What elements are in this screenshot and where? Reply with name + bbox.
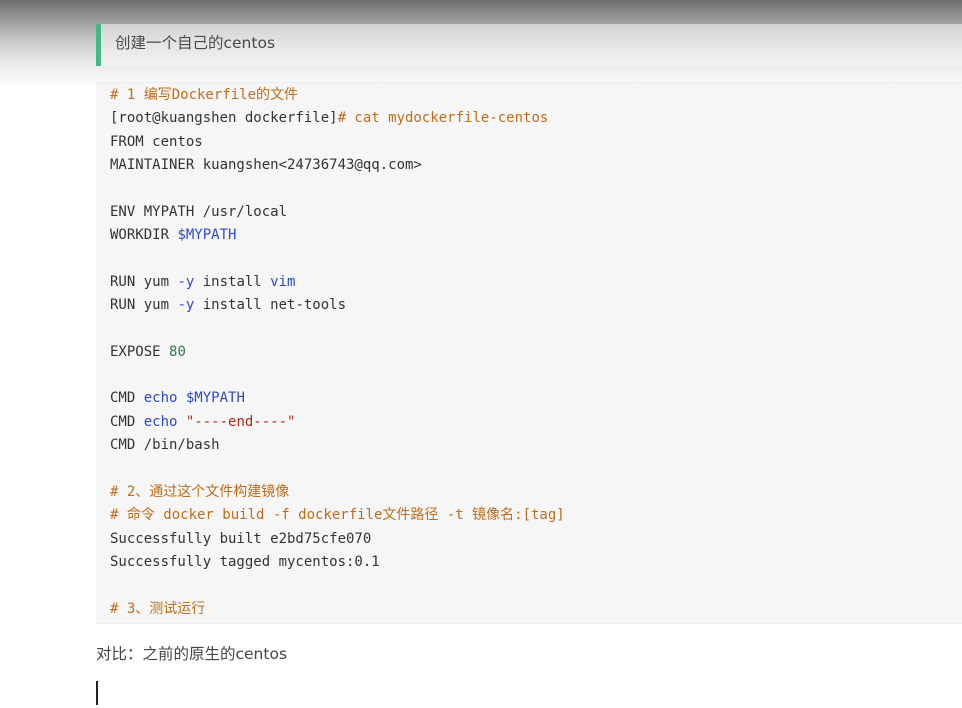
code-line-maintainer: MAINTAINER kuangshen<24736743@qq.com> [110, 157, 422, 174]
blockquote: 创建一个自己的centos [96, 24, 962, 66]
echo-keyword: echo [143, 390, 178, 407]
code-line-workdir: WORKDIR $MYPATH [110, 224, 565, 247]
code-line-comment-2: # 2、通过这个文件构建镜像 [110, 483, 290, 500]
code-line-run-vim: RUN yum -y install vim [110, 271, 565, 294]
code-line-expose: EXPOSE 80 [110, 341, 565, 364]
run-package: vim [270, 273, 296, 290]
code-line-run-nettools: RUN yum -y install net-tools [110, 294, 565, 317]
paragraph-text: 对比：之前的原生的centos [96, 645, 288, 663]
cmd-keyword: CMD [110, 390, 144, 407]
code-line-built: Successfully built e2bd75cfe070 [110, 530, 372, 547]
run-keyword: RUN yum [110, 273, 178, 290]
cmd-keyword: CMD [110, 413, 144, 430]
code-line-from: FROM centos [110, 133, 203, 150]
code-line-cmd-bash: CMD /bin/bash [110, 437, 220, 454]
run-install: install net-tools [194, 297, 347, 314]
workdir-variable: $MYPATH [177, 227, 237, 244]
echo-keyword: echo [143, 413, 178, 430]
run-install: install [194, 273, 271, 290]
code-line-comment-4: # 3、测试运行 [110, 600, 206, 617]
code-line-cmd-echo-end: CMD echo "----end----" [110, 411, 565, 434]
workdir-keyword: WORKDIR [110, 227, 178, 244]
cat-command: # cat mydockerfile-centos [337, 110, 549, 127]
shell-prompt: [root@kuangshen dockerfile] [110, 110, 338, 127]
code-block[interactable]: # 1 编写Dockerfile的文件 [root@kuangshen docke… [96, 82, 962, 624]
text-cursor[interactable] [96, 681, 98, 705]
expose-keyword: EXPOSE [110, 343, 170, 360]
run-flag: -y [177, 297, 195, 314]
code-line-comment-3: # 命令 docker build -f dockerfile文件路径 -t 镜… [110, 507, 565, 524]
code-line-cmd-echo-path: CMD echo $MYPATH [110, 387, 565, 410]
code-line-tagged: Successfully tagged mycentos:0.1 [110, 553, 380, 570]
expose-port: 80 [169, 343, 186, 360]
code-line-env: ENV MYPATH /usr/local [110, 203, 288, 220]
code-line-comment-1: # 1 编写Dockerfile的文件 [110, 87, 299, 103]
echo-variable: $MYPATH [177, 390, 245, 407]
code-content: # 1 编写Dockerfile的文件 [root@kuangshen docke… [110, 84, 565, 621]
run-keyword: RUN yum [110, 297, 178, 314]
code-line-cat: [root@kuangshen dockerfile]# cat mydocke… [110, 107, 565, 130]
run-flag: -y [177, 273, 195, 290]
echo-string: "----end----" [177, 413, 296, 430]
blockquote-text: 创建一个自己的centos [115, 34, 276, 52]
